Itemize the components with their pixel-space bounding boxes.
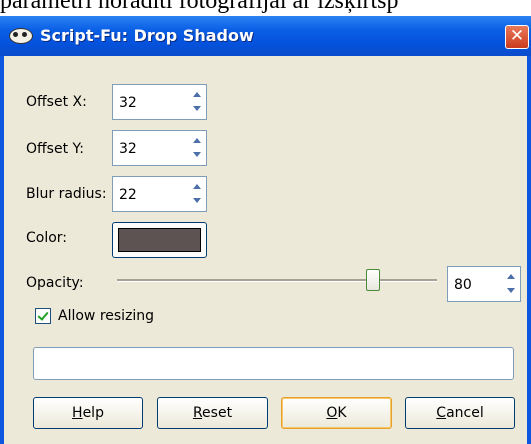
- spin-up-icon[interactable]: [504, 269, 518, 284]
- spin-down-icon[interactable]: [190, 148, 204, 163]
- spin-up-icon[interactable]: [190, 133, 204, 148]
- gimp-wilber-icon: [9, 28, 33, 44]
- close-icon: ✕: [509, 26, 525, 46]
- color-swatch: [118, 228, 201, 252]
- cancel-label-rest: ancel: [446, 405, 484, 421]
- reset-button[interactable]: Reset: [157, 397, 268, 429]
- allow-resizing-label[interactable]: Allow resizing: [58, 308, 154, 324]
- blur-radius-label: Blur radius:: [26, 186, 107, 202]
- opacity-slider-handle[interactable]: [366, 269, 380, 291]
- blur-radius-spin-buttons: [190, 179, 204, 209]
- cancel-button[interactable]: Cancel: [405, 397, 515, 429]
- spin-up-icon[interactable]: [190, 179, 204, 194]
- offset-y-spin-buttons: [190, 133, 204, 163]
- reset-label-rest: eset: [202, 405, 233, 421]
- ok-mnemonic: O: [326, 405, 338, 421]
- opacity-spinbox[interactable]: 80: [447, 266, 521, 302]
- spin-down-icon[interactable]: [190, 194, 204, 209]
- spin-up-icon[interactable]: [190, 87, 204, 102]
- blur-radius-value[interactable]: 22: [119, 187, 137, 203]
- offset-y-label: Offset Y:: [26, 141, 84, 157]
- offset-x-value[interactable]: 32: [119, 95, 137, 111]
- help-mnemonic: H: [72, 405, 83, 421]
- help-label-rest: elp: [82, 405, 104, 421]
- title-bar[interactable]: Script-Fu: Drop Shadow ✕: [0, 16, 531, 56]
- progress-bar: [33, 347, 514, 380]
- offset-x-spin-buttons: [190, 87, 204, 117]
- opacity-slider-track[interactable]: [117, 279, 437, 282]
- offset-y-value[interactable]: 32: [119, 141, 137, 157]
- ok-label-rest: K: [337, 405, 347, 421]
- cancel-mnemonic: C: [436, 405, 447, 421]
- dialog-client-area: [4, 56, 527, 444]
- offset-y-spinbox[interactable]: 32: [112, 130, 207, 166]
- blur-radius-spinbox[interactable]: 22: [112, 176, 207, 212]
- spin-down-icon[interactable]: [190, 102, 204, 117]
- color-label: Color:: [26, 230, 68, 246]
- window-title: Script-Fu: Drop Shadow: [40, 26, 254, 45]
- allow-resizing-checkbox[interactable]: [35, 308, 51, 324]
- reset-mnemonic: R: [192, 405, 203, 421]
- spin-down-icon[interactable]: [504, 284, 518, 299]
- background-document-text: parametri noradīti fotogrāfijai ar izšķi…: [0, 0, 399, 14]
- help-button[interactable]: Help: [33, 397, 143, 429]
- ok-button[interactable]: OK: [281, 397, 392, 429]
- opacity-spin-buttons: [504, 269, 518, 299]
- offset-x-spinbox[interactable]: 32: [112, 84, 207, 120]
- close-button[interactable]: ✕: [505, 25, 529, 49]
- opacity-label: Opacity:: [26, 275, 84, 291]
- opacity-value[interactable]: 80: [454, 277, 472, 293]
- color-picker-button[interactable]: [112, 222, 207, 258]
- offset-x-label: Offset X:: [26, 94, 87, 110]
